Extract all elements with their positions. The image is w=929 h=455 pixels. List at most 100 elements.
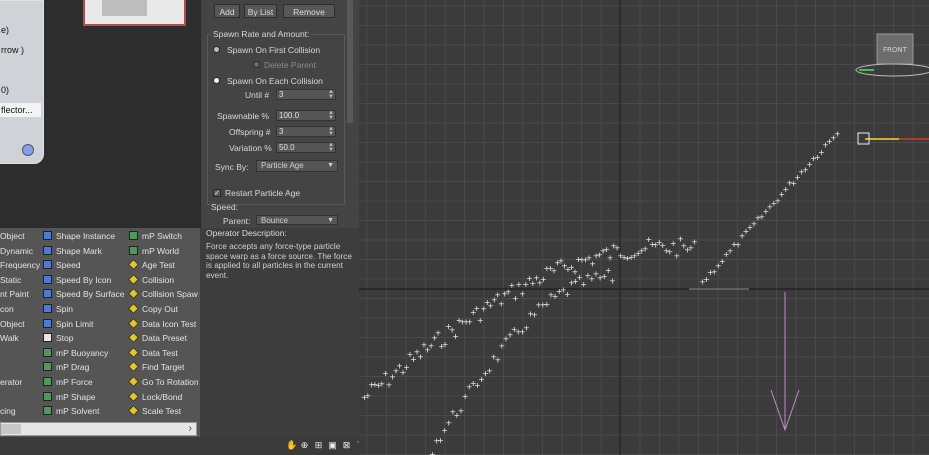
depot-operator[interactable]: mP Drag: [43, 360, 89, 374]
depot-operator-label: Speed By Icon: [56, 274, 112, 285]
by-list-button[interactable]: By List: [244, 4, 277, 18]
depot-operator[interactable]: Data Icon Test: [128, 317, 196, 331]
variation-value[interactable]: 50.0: [279, 143, 295, 152]
blue-operator-icon: [43, 274, 52, 284]
depot-operator[interactable]: Collision: [128, 273, 174, 287]
depot-operator[interactable]: mP World: [129, 244, 179, 258]
blue-operator-icon: [43, 289, 52, 299]
depot-operator[interactable]: erator: [0, 375, 22, 389]
depot-operator[interactable]: cing: [0, 404, 16, 418]
event-row[interactable]: rrow ): [0, 43, 39, 57]
depot-operator[interactable]: Dynamic: [0, 244, 33, 258]
depot-operator[interactable]: mP Buoyancy: [43, 346, 108, 360]
spawn-first-collision-label[interactable]: Spawn On First Collision: [227, 45, 320, 55]
depot-operator[interactable]: Data Preset: [128, 331, 187, 345]
depot-operator-label: Spin Limit: [56, 318, 94, 329]
depot-operator[interactable]: Copy Out: [128, 302, 178, 316]
depot-horizontal-scrollbar[interactable]: ›: [0, 422, 197, 436]
restart-age-label[interactable]: Restart Particle Age: [225, 188, 300, 198]
offspring-spinner[interactable]: 3 ▲ ▼: [276, 126, 336, 137]
depot-operator[interactable]: Data Test: [128, 346, 178, 360]
zoom-extents-icon[interactable]: ▣: [328, 441, 337, 450]
depot-operator[interactable]: mP Solvent: [43, 404, 99, 418]
spinner-arrows-icon[interactable]: ▲ ▼: [328, 110, 334, 121]
parent-value[interactable]: Bounce: [261, 216, 288, 225]
spawnable-spinner[interactable]: 100.0 ▲ ▼: [276, 110, 336, 121]
particle-mark: +: [498, 299, 505, 308]
event-row-selected[interactable]: flector...: [0, 103, 41, 117]
depot-operator[interactable]: Spin: [43, 302, 73, 316]
depot-operator[interactable]: Walk: [0, 331, 19, 345]
depot-operator[interactable]: Object: [0, 317, 25, 331]
spawnable-value[interactable]: 100.0: [279, 111, 299, 120]
depot-operator[interactable]: Speed By Icon: [43, 273, 111, 287]
sync-by-dropdown[interactable]: Particle Age ▼: [256, 160, 338, 172]
event-preview-thumb: [102, 0, 147, 16]
depot-operator[interactable]: nt Paint: [0, 287, 29, 301]
until-value[interactable]: 3: [279, 90, 283, 99]
depot-operator[interactable]: mP Switch: [129, 229, 182, 243]
depot-operator[interactable]: mP Force: [43, 375, 93, 389]
depot-operator[interactable]: Shape Instance: [43, 229, 115, 243]
depot-operator[interactable]: Spin Limit: [43, 317, 93, 331]
depot-operator[interactable]: Stop: [43, 331, 74, 345]
depot-operator[interactable]: Shape Mark: [43, 244, 102, 258]
delete-parent-radio[interactable]: [253, 61, 260, 68]
depot-operator[interactable]: Static: [0, 273, 21, 287]
spinner-arrows-icon[interactable]: ▲ ▼: [328, 142, 334, 153]
depot-operator[interactable]: Age Test: [128, 258, 175, 272]
particle-mark: +: [519, 290, 526, 299]
3d-viewport[interactable]: + + + + + + + + + + + + + + + + + + + + + + + + + + + + + + + + + + + + + + + +…: [359, 0, 929, 455]
depot-operator[interactable]: con: [0, 302, 14, 316]
depot-operator[interactable]: Speed: [43, 258, 81, 272]
spawn-each-collision-label[interactable]: Spawn On Each Collision: [227, 76, 323, 86]
scrollbar-thumb[interactable]: [1, 424, 21, 434]
zoom-icon[interactable]: ⊕: [300, 441, 309, 450]
yellow-operator-icon: [128, 376, 139, 387]
particle-mark: +: [609, 277, 616, 286]
spinner-arrows-icon[interactable]: ▲ ▼: [328, 89, 334, 100]
chevron-right-icon[interactable]: ›: [189, 423, 192, 435]
offspring-value[interactable]: 3: [279, 127, 283, 136]
depot-operator[interactable]: Lock/Bond: [128, 390, 182, 404]
event-row[interactable]: [0, 63, 39, 77]
sync-by-value[interactable]: Particle Age: [261, 161, 304, 170]
viewport-canvas[interactable]: ++++++++++++++++++++++++++++++++++++++++…: [359, 0, 929, 455]
pan-hand-icon[interactable]: ✋: [286, 441, 297, 450]
yellow-operator-icon: [128, 303, 139, 314]
rollout-scrollbar[interactable]: [347, 0, 353, 123]
particle-mark: +: [382, 369, 389, 378]
delete-parent-label[interactable]: Delete Parent: [264, 60, 316, 70]
particle-mark: +: [445, 418, 452, 427]
parent-dropdown[interactable]: Bounce ▼: [256, 215, 338, 225]
depot-operator-label: Data Test: [142, 347, 178, 358]
event-output-port[interactable]: [22, 144, 34, 156]
event-preview-frame[interactable]: [83, 0, 186, 26]
depot-operator[interactable]: Scale Test: [128, 404, 181, 418]
restart-age-checkbox[interactable]: ✓: [213, 189, 221, 197]
chevron-down-icon[interactable]: ▼: [327, 161, 334, 171]
green-operator-icon: [43, 406, 52, 416]
depot-operator[interactable]: Collision Spaw: [128, 287, 198, 301]
event-row[interactable]: 0): [0, 83, 39, 97]
speed-label: Speed:: [211, 202, 238, 212]
remove-button[interactable]: Remove: [283, 4, 335, 18]
no-zoom-icon[interactable]: ⊠: [342, 441, 351, 450]
spawn-each-collision-radio[interactable]: [213, 77, 220, 84]
event-row[interactable]: e): [0, 23, 39, 37]
depot-operator[interactable]: Go To Rotation: [128, 375, 199, 389]
depot-operator[interactable]: mP Shape: [43, 390, 96, 404]
event-node[interactable]: e) rrow ) 0) flector...: [0, 0, 44, 164]
particle-mark: +: [670, 239, 677, 248]
depot-operator[interactable]: Speed By Surface: [43, 287, 125, 301]
until-spinner[interactable]: 3 ▲ ▼: [276, 89, 336, 100]
chevron-down-icon[interactable]: ▼: [327, 216, 334, 226]
depot-operator[interactable]: Object: [0, 229, 25, 243]
spinner-arrows-icon[interactable]: ▲ ▼: [328, 126, 334, 137]
depot-operator[interactable]: Find Target: [128, 360, 184, 374]
zoom-region-icon[interactable]: ⊞: [314, 441, 323, 450]
spawn-first-collision-radio[interactable]: [213, 46, 220, 53]
add-button[interactable]: Add: [214, 4, 240, 18]
depot-operator[interactable]: Frequency: [0, 258, 40, 272]
variation-spinner[interactable]: 50.0 ▲ ▼: [276, 142, 336, 153]
